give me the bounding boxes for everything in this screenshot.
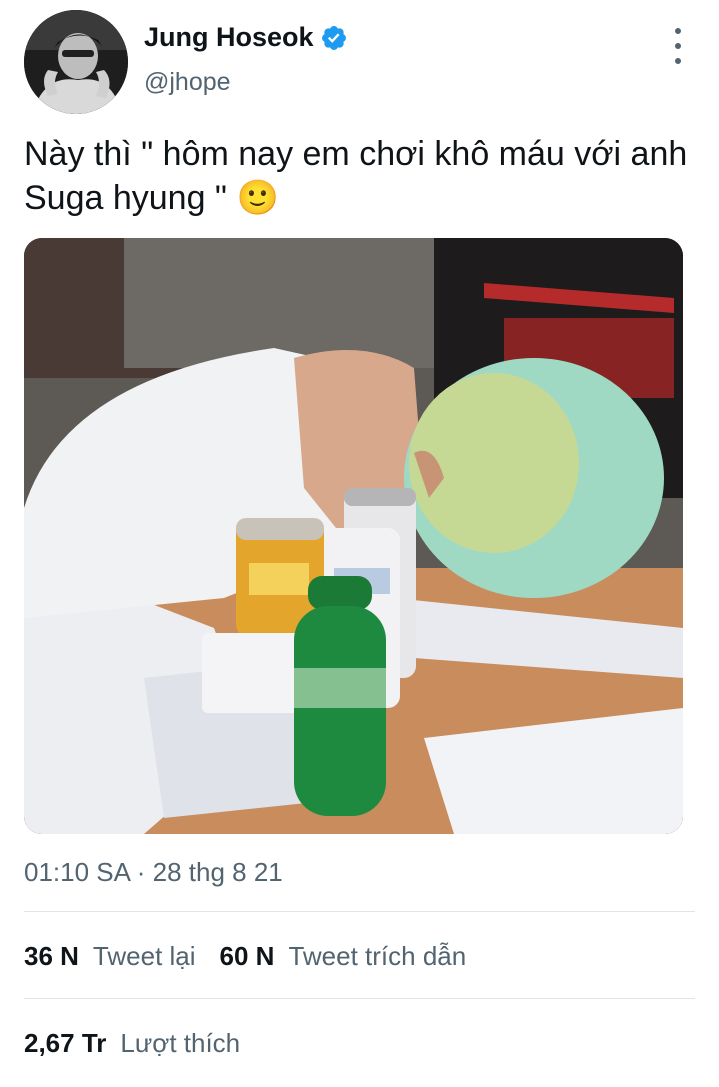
- retweets-label[interactable]: Tweet lại: [93, 941, 196, 972]
- handle[interactable]: @jhope: [144, 68, 231, 97]
- tweet-text: Này thì " hôm nay em chơi khô máu với an…: [24, 135, 688, 217]
- avatar-photo: [24, 10, 128, 114]
- tweet-timestamp[interactable]: 01:10 SA · 28 thg 8 21: [24, 857, 283, 888]
- display-name[interactable]: Jung Hoseok: [144, 22, 314, 53]
- divider: [24, 998, 695, 999]
- avatar[interactable]: [24, 10, 128, 114]
- name-row: Jung Hoseok: [144, 22, 348, 53]
- retweets-count[interactable]: 36 N: [24, 941, 79, 972]
- tweet-header: Jung Hoseok @jhope: [0, 0, 719, 120]
- retweet-stats: 36 N Tweet lại 60 N Tweet trích dẫn: [24, 941, 490, 972]
- tweet-photo[interactable]: [24, 238, 683, 834]
- quotes-count[interactable]: 60 N: [220, 941, 275, 972]
- quotes-label[interactable]: Tweet trích dẫn: [288, 941, 466, 972]
- likes-count[interactable]: 2,67 Tr: [24, 1028, 106, 1059]
- likes-stats: 2,67 Tr Lượt thích: [24, 1028, 264, 1059]
- verified-badge-icon: [321, 25, 346, 50]
- photo-illustration: [24, 238, 683, 834]
- more-vertical-icon[interactable]: [664, 28, 692, 64]
- divider: [24, 911, 695, 912]
- likes-label[interactable]: Lượt thích: [120, 1028, 240, 1059]
